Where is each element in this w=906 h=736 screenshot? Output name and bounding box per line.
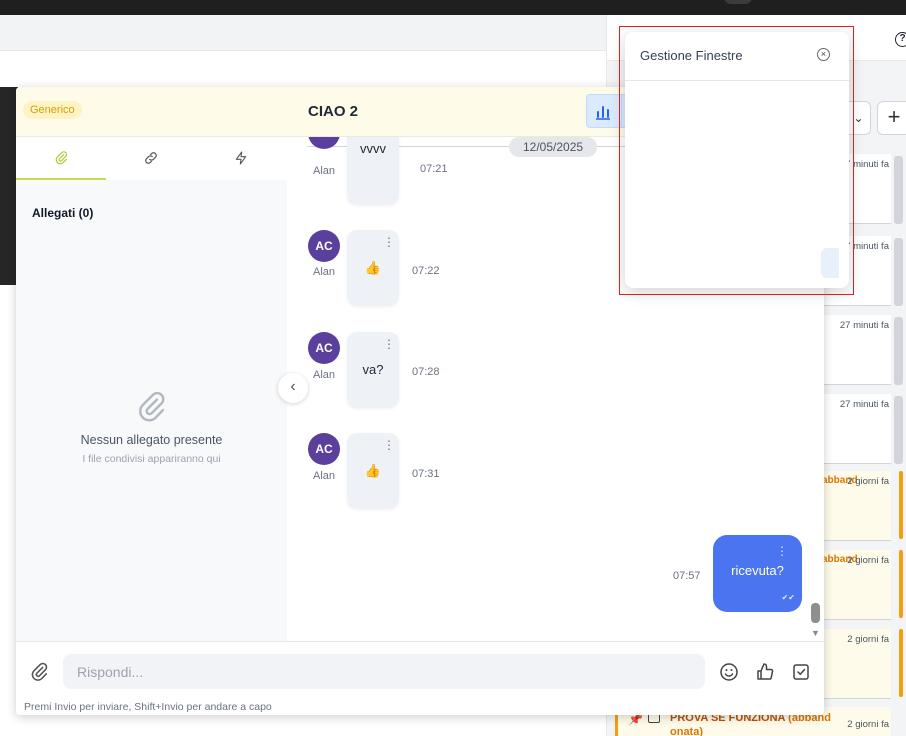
chevron-left-icon: ‹ <box>290 378 296 395</box>
add-conversation-button[interactable]: + <box>877 101 906 135</box>
avatar: AC <box>308 332 340 364</box>
conversation-card-edge <box>894 156 903 224</box>
category-badge: Generico <box>23 101 82 119</box>
conversation-card-edge <box>894 317 903 385</box>
top-bar-control[interactable] <box>724 0 752 4</box>
conversation-time: 27 minuti fa <box>839 399 889 410</box>
paperclip-icon <box>139 391 165 422</box>
scroll-down-arrow-icon[interactable]: ▼ <box>811 628 820 638</box>
message-time: 07:31 <box>412 468 440 480</box>
message-text: 👍 <box>364 463 382 478</box>
attachments-title: Allegati (0) <box>32 206 94 220</box>
divider <box>625 80 849 81</box>
close-window-manager-icon[interactable]: × <box>817 48 830 61</box>
window-manager-title: Gestione Finestre <box>640 48 743 63</box>
message-text: vvvv <box>360 141 386 156</box>
conversation-card-edge <box>899 629 903 697</box>
divider <box>621 95 622 127</box>
own-message-bubble[interactable]: ⋮ ricevuta? ✔✔ <box>713 535 802 612</box>
message-bubble[interactable]: ⋮ va? <box>347 332 399 408</box>
conversation-card[interactable]: abband 2 giorni fa <box>819 471 891 541</box>
message-text: 👍 <box>364 260 382 275</box>
message-bubble[interactable]: ⋮ 👍 <box>347 230 399 306</box>
empty-state-subtitle: I file condivisi appariranno qui <box>82 453 221 465</box>
sidebar-tabs <box>16 137 287 180</box>
attach-file-icon[interactable] <box>28 661 50 683</box>
filter-select-chevron-icon[interactable]: ⌄ <box>847 101 871 135</box>
message-bubble[interactable]: ⋮ 👍 <box>347 433 399 509</box>
background-toolbar <box>0 15 606 51</box>
conversation-time: 2 giorni fa <box>847 719 889 730</box>
tab-attachments[interactable] <box>16 137 106 180</box>
date-separator: 12/05/2025 <box>509 137 598 157</box>
read-receipt-icon: ✔✔ <box>781 593 795 602</box>
emoji-icon[interactable] <box>717 660 741 684</box>
avatar: AC <box>308 137 340 149</box>
scrollbar-thumb[interactable] <box>811 603 820 623</box>
conversation-card-edge <box>894 238 903 306</box>
help-icon[interactable]: ? <box>895 32 906 47</box>
tab-actions[interactable] <box>196 137 286 180</box>
composer: Premi Invio per inviare, Shift+Invio per… <box>16 641 824 715</box>
conversation-time: 2 giorni fa <box>847 476 889 487</box>
thumbs-up-icon[interactable] <box>753 660 777 684</box>
conversation-card-edge <box>899 471 903 539</box>
message-time: 07:22 <box>412 265 440 277</box>
conversation-time: 2 giorni fa <box>847 634 889 645</box>
sender-name: Alan <box>312 369 336 381</box>
link-icon <box>145 152 157 164</box>
sender-name: Alan <box>312 470 336 482</box>
window-manager-popup: Gestione Finestre × <box>625 32 849 288</box>
conversation-time: 27 minuti fa <box>839 320 889 331</box>
paperclip-icon <box>55 151 68 165</box>
avatar: AC <box>308 230 340 262</box>
conversation-card-edge <box>894 396 903 464</box>
conversation-card[interactable]: 27 minuti fa <box>819 315 891 385</box>
stats-icon[interactable] <box>591 100 615 124</box>
message-time: 07:57 <box>673 570 701 582</box>
message-text: ricevuta? <box>731 563 784 578</box>
conversation-time: 2 giorni fa <box>847 555 889 566</box>
message-bubble[interactable]: vvvv <box>347 137 399 205</box>
conversation-card[interactable]: abband 2 giorni fa <box>819 550 891 620</box>
message-menu-icon[interactable]: ⋮ <box>383 338 395 350</box>
sender-name: Alan <box>312 165 336 177</box>
message-text: va? <box>362 362 384 377</box>
app-top-bar <box>0 0 906 15</box>
message-menu-icon[interactable]: ⋮ <box>383 439 395 451</box>
checkbox-task-icon[interactable] <box>789 660 813 684</box>
conversation-card-edge <box>899 550 903 618</box>
message-time: 07:28 <box>412 366 440 378</box>
window-manager-entry[interactable] <box>821 248 839 278</box>
conversation-card[interactable]: 2 giorni fa <box>819 629 891 699</box>
avatar: AC <box>308 433 340 465</box>
composer-hint: Premi Invio per inviare, Shift+Invio per… <box>24 701 272 713</box>
message-menu-icon[interactable]: ⋮ <box>383 236 395 248</box>
message-time: 07:21 <box>420 163 448 175</box>
reply-input[interactable] <box>63 654 705 689</box>
conversation-card[interactable]: 27 minuti fa <box>819 394 891 464</box>
chat-title: CIAO 2 <box>308 103 359 120</box>
sender-name: Alan <box>312 266 336 278</box>
empty-state-title: Nessun allegato presente <box>80 433 223 447</box>
message-menu-icon[interactable]: ⋮ <box>776 544 788 558</box>
collapse-sidebar-button[interactable]: ‹ <box>278 373 308 403</box>
attachments-sidebar: Allegati (0) Nessun allegato presente I … <box>16 137 287 641</box>
tab-links[interactable] <box>106 137 196 180</box>
lightning-icon <box>235 151 247 165</box>
